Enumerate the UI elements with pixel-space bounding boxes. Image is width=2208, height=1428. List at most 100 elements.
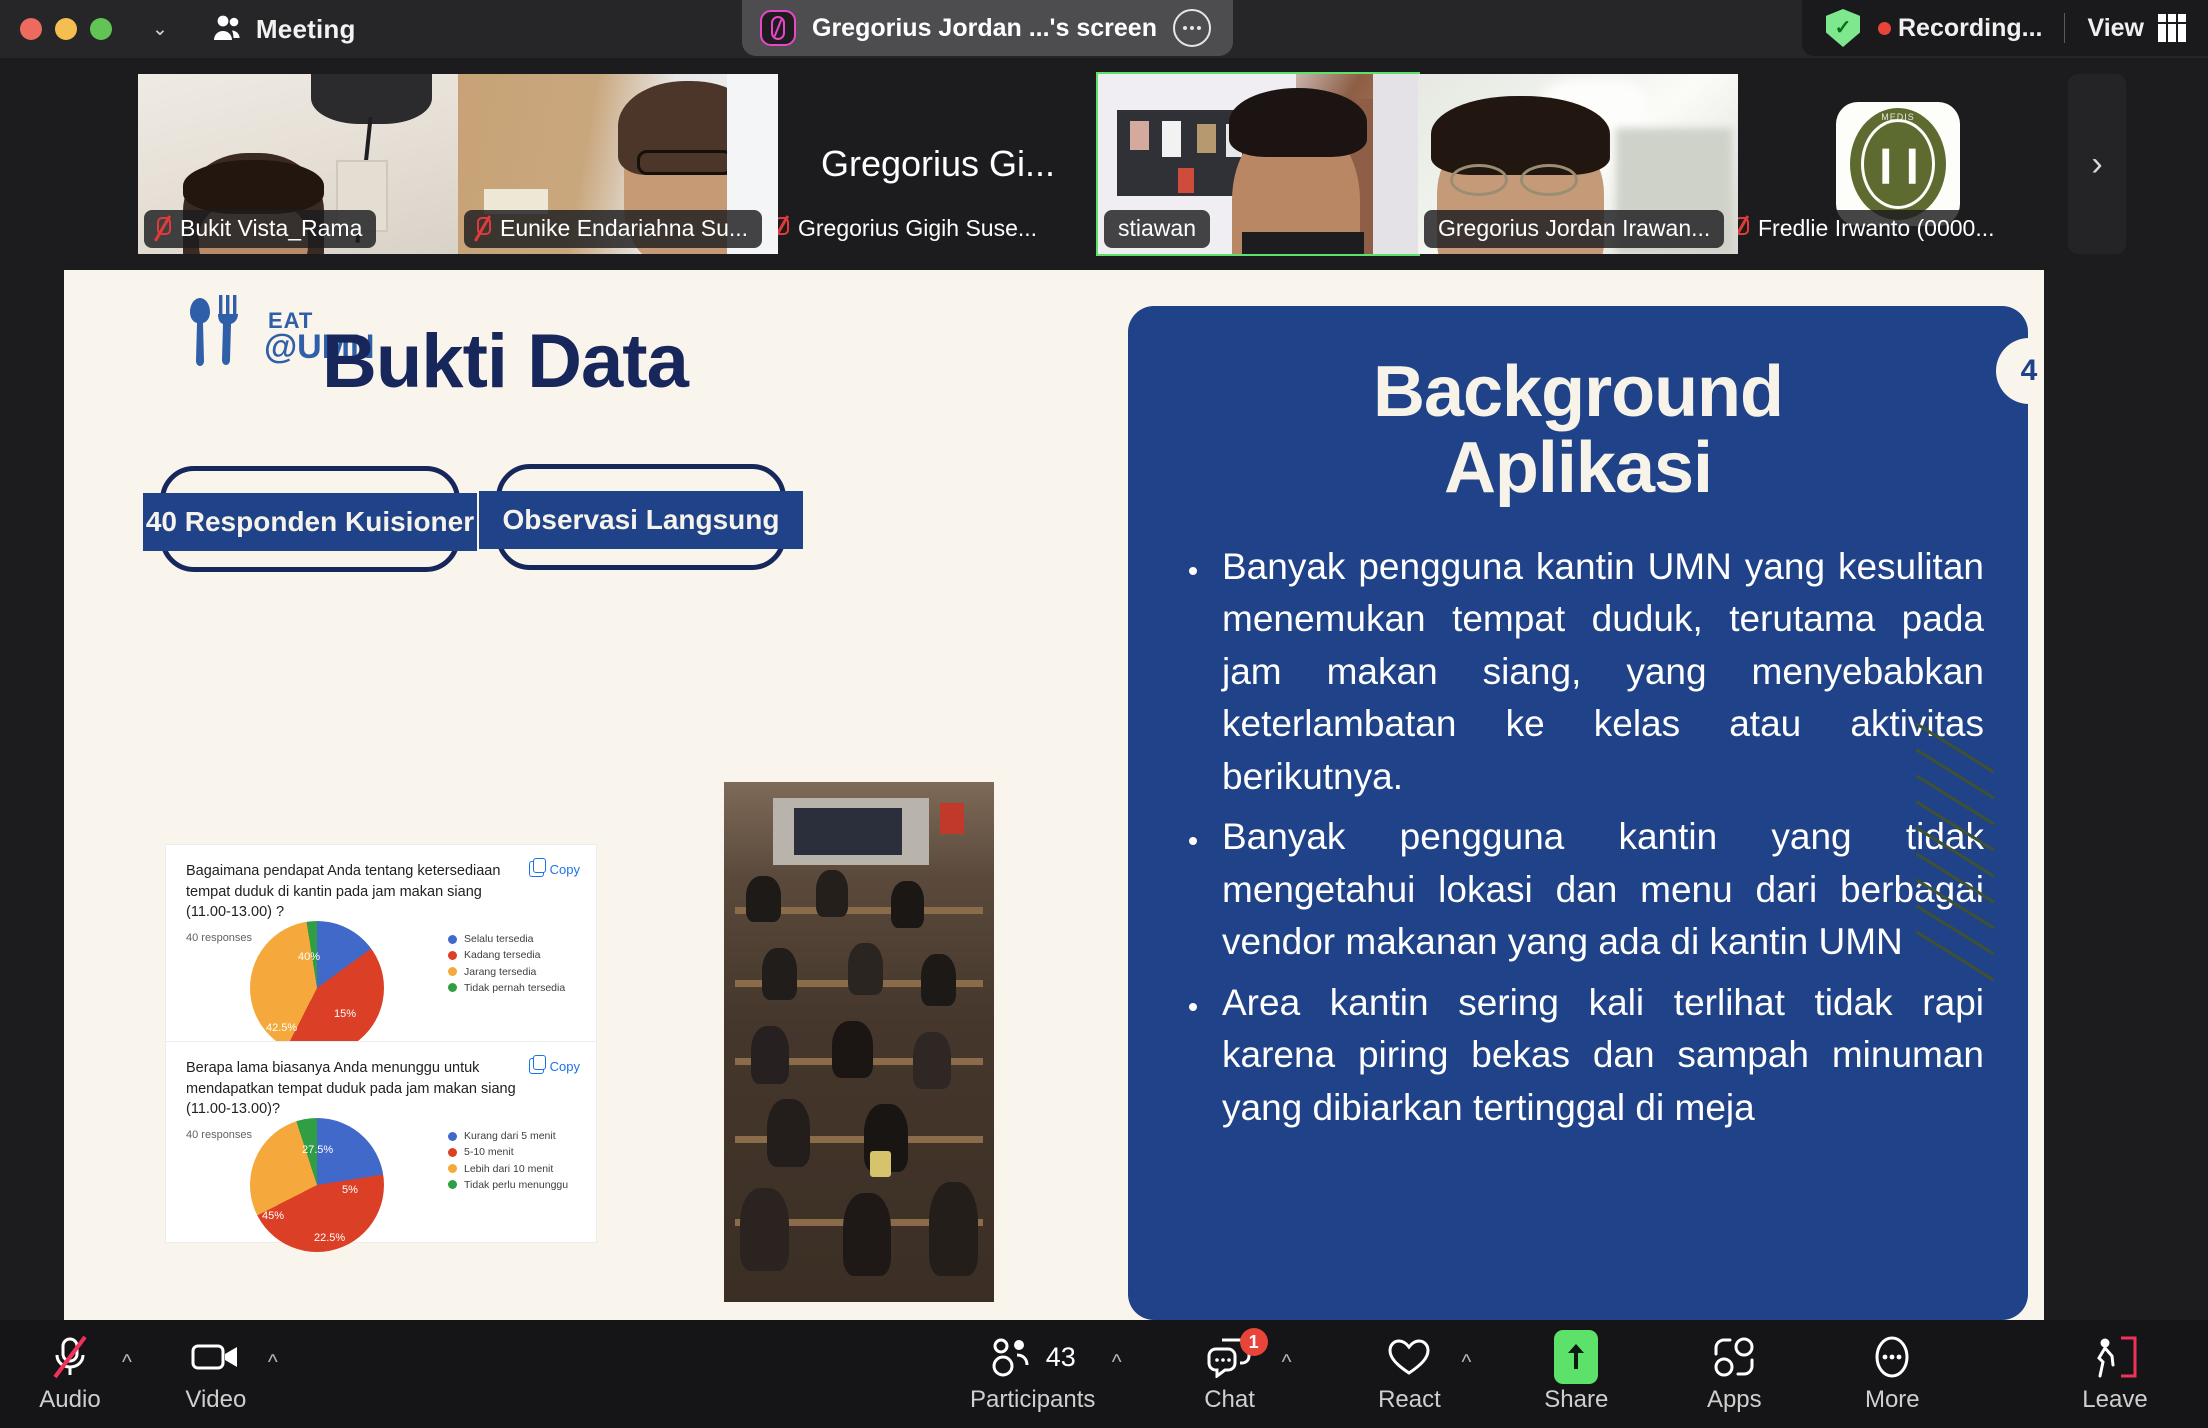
share-app-icon (760, 10, 796, 46)
react-control-group[interactable]: React ^ (1361, 1334, 1471, 1414)
diagonal-hatch-decoration (1915, 722, 2008, 982)
pie-slice-label: 15% (334, 1008, 357, 1020)
chat-button[interactable]: 1 Chat (1182, 1328, 1278, 1414)
layout-grid-icon[interactable] (2158, 14, 2186, 42)
participant-tile[interactable]: Gregorius Gi... Gregorius Gigih Suse... (778, 74, 1098, 254)
react-options-caret[interactable]: ^ (1461, 1351, 1471, 1375)
video-options-caret[interactable]: ^ (268, 1351, 278, 1375)
apps-button[interactable]: Apps (1679, 1320, 1789, 1428)
participants-options-caret[interactable]: ^ (1112, 1351, 1122, 1375)
participants-control-group[interactable]: 43 Participants ^ (958, 1334, 1122, 1414)
participants-icon: 43 (990, 1334, 1076, 1380)
recording-label[interactable]: Recording... (1898, 14, 2042, 43)
screen-share-indicator[interactable]: Gregorius Jordan ...'s screen (742, 0, 1233, 56)
participants-button[interactable]: 43 Participants (958, 1334, 1108, 1414)
participant-name-pill: Gregorius Jordan Irawan... (1424, 210, 1725, 248)
participant-name: Eunike Endariahna Su... (500, 215, 749, 241)
react-label: React (1378, 1386, 1441, 1413)
video-control-group[interactable]: Video ^ (168, 1334, 278, 1414)
titlebar-right-group: ✓ Recording... View (1802, 0, 2208, 56)
slide-left-column: EAT @UMN Bukti Data 40 Responden Kuision… (64, 270, 1074, 1320)
copy-label: Copy (549, 1058, 580, 1074)
slide-title: Bukti Data (322, 319, 689, 404)
participants-count: 43 (1045, 1341, 1076, 1372)
participant-name: Gregorius Jordan Irawan... (1438, 215, 1711, 241)
pie-slice-label: 22.5% (314, 1232, 346, 1244)
background-aplikasi-panel: Background Aplikasi Banyak pengguna kant… (1128, 306, 2028, 1320)
video-label: Video (185, 1386, 247, 1413)
legend-item: Tidak perlu menunggu (448, 1177, 568, 1193)
panel-title: Background Aplikasi (1128, 354, 2028, 507)
chevron-down-icon[interactable]: ⌄ (152, 18, 168, 41)
participant-name-pill: Eunike Endariahna Su... (464, 210, 763, 248)
share-button[interactable]: Share (1521, 1320, 1631, 1428)
minimize-window-button[interactable] (55, 18, 77, 40)
microphone-muted-icon (154, 216, 171, 241)
pie-slice-label: 42.5% (266, 1022, 298, 1034)
filmstrip-next-button[interactable]: › (2068, 74, 2126, 254)
leave-door-icon (2088, 1334, 2142, 1380)
participant-name: Bukit Vista_Rama (180, 215, 363, 241)
stat-pill-label: Observasi Langsung (502, 504, 780, 535)
survey-card: Bagaimana pendapat Anda tentang ketersed… (166, 845, 596, 1055)
close-window-button[interactable] (20, 18, 42, 40)
legend-label: Kurang dari 5 menit (464, 1130, 556, 1142)
chat-unread-badge: 1 (1239, 1328, 1268, 1356)
stat-pill-responden: 40 Responden Kuisioner (143, 466, 477, 572)
stat-pill-observasi: Observasi Langsung (479, 464, 803, 570)
chat-control-group[interactable]: 1 Chat ^ (1182, 1328, 1292, 1414)
meeting-toolbar[interactable]: Audio ^ Video ^ 43 Participants ^ 1 Chat… (0, 1320, 2208, 1428)
stat-pill-label: 40 Responden Kuisioner (145, 506, 475, 537)
meeting-info-group[interactable]: Meeting (210, 14, 356, 45)
legend-item: Kurang dari 5 menit (448, 1128, 568, 1144)
shield-check-icon[interactable]: ✓ (1826, 9, 1860, 47)
legend-label: Tidak perlu menunggu (464, 1178, 569, 1191)
legend-item: Kadang tersedia (448, 947, 565, 963)
camera-icon (191, 1334, 241, 1380)
titlebar-divider (2064, 13, 2066, 43)
maximize-window-button[interactable] (90, 18, 112, 40)
chat-label: Chat (1204, 1386, 1255, 1413)
react-button[interactable]: React (1361, 1334, 1457, 1414)
share-more-options-icon[interactable] (1172, 9, 1211, 47)
share-label: Share (1544, 1386, 1609, 1413)
participant-tile[interactable]: Bukit Vista_Rama (138, 74, 458, 254)
apps-label: Apps (1706, 1386, 1762, 1413)
pie-legend: Kurang dari 5 menit 5-10 menit Lebih dar… (448, 1128, 568, 1193)
view-label[interactable]: View (2087, 14, 2144, 43)
participant-name-pill: Fredlie Irwanto (0000... (1738, 210, 2009, 248)
pie-chart (250, 921, 384, 1055)
list-item: Area kantin sering kali terlihat tidak r… (1212, 977, 1984, 1135)
video-button[interactable]: Video (168, 1334, 264, 1414)
legend-item: Jarang tersedia (448, 964, 565, 980)
chat-options-caret[interactable]: ^ (1282, 1351, 1292, 1375)
legend-item: Selalu tersedia (448, 931, 565, 947)
participants-group-icon (210, 14, 242, 44)
pie-slice-label: 5% (342, 1184, 358, 1196)
window-traffic-lights (20, 18, 112, 40)
copy-button[interactable]: Copy (528, 858, 580, 877)
avatar: MEDIS ❙❙ (1836, 102, 1960, 226)
survey-question: Berapa lama biasanya Anda menunggu untuk… (186, 1060, 516, 1118)
participant-placeholder-name: Gregorius Gi... (820, 143, 1056, 184)
microphone-muted-icon (1738, 216, 1749, 241)
list-item: Banyak pengguna kantin UMN yang kesulita… (1212, 541, 1984, 804)
participant-tile[interactable]: MEDIS ❙❙ Fredlie Irwanto (0000... (1738, 74, 2058, 254)
audio-control-group[interactable]: Audio ^ (22, 1334, 132, 1414)
participant-tile[interactable]: Eunike Endariahna Su... (458, 74, 778, 254)
participant-tile[interactable]: Gregorius Jordan Irawan... (1418, 74, 1738, 254)
window-titlebar: ⌄ Meeting Gregorius Jordan ...'s screen … (0, 0, 2208, 58)
more-button[interactable]: More (1837, 1320, 1947, 1428)
spoon-fork-icon (190, 295, 238, 366)
microphone-muted-icon (778, 216, 789, 241)
shared-screen-content: EAT @UMN Bukti Data 40 Responden Kuision… (64, 270, 2044, 1320)
survey-card: Berapa lama biasanya Anda menunggu untuk… (166, 1042, 596, 1252)
audio-button[interactable]: Audio (22, 1334, 118, 1414)
participant-tile-active-speaker[interactable]: stiawan (1096, 72, 1420, 256)
audio-options-caret[interactable]: ^ (122, 1351, 132, 1375)
leave-button[interactable]: Leave (2050, 1320, 2180, 1428)
copy-button[interactable]: Copy (528, 1055, 580, 1074)
panel-title-line2: Aplikasi (1443, 428, 1713, 509)
participant-filmstrip[interactable]: Bukit Vista_Rama Eunike Endariahna Su...… (0, 58, 2208, 270)
meeting-title: Meeting (255, 13, 356, 44)
